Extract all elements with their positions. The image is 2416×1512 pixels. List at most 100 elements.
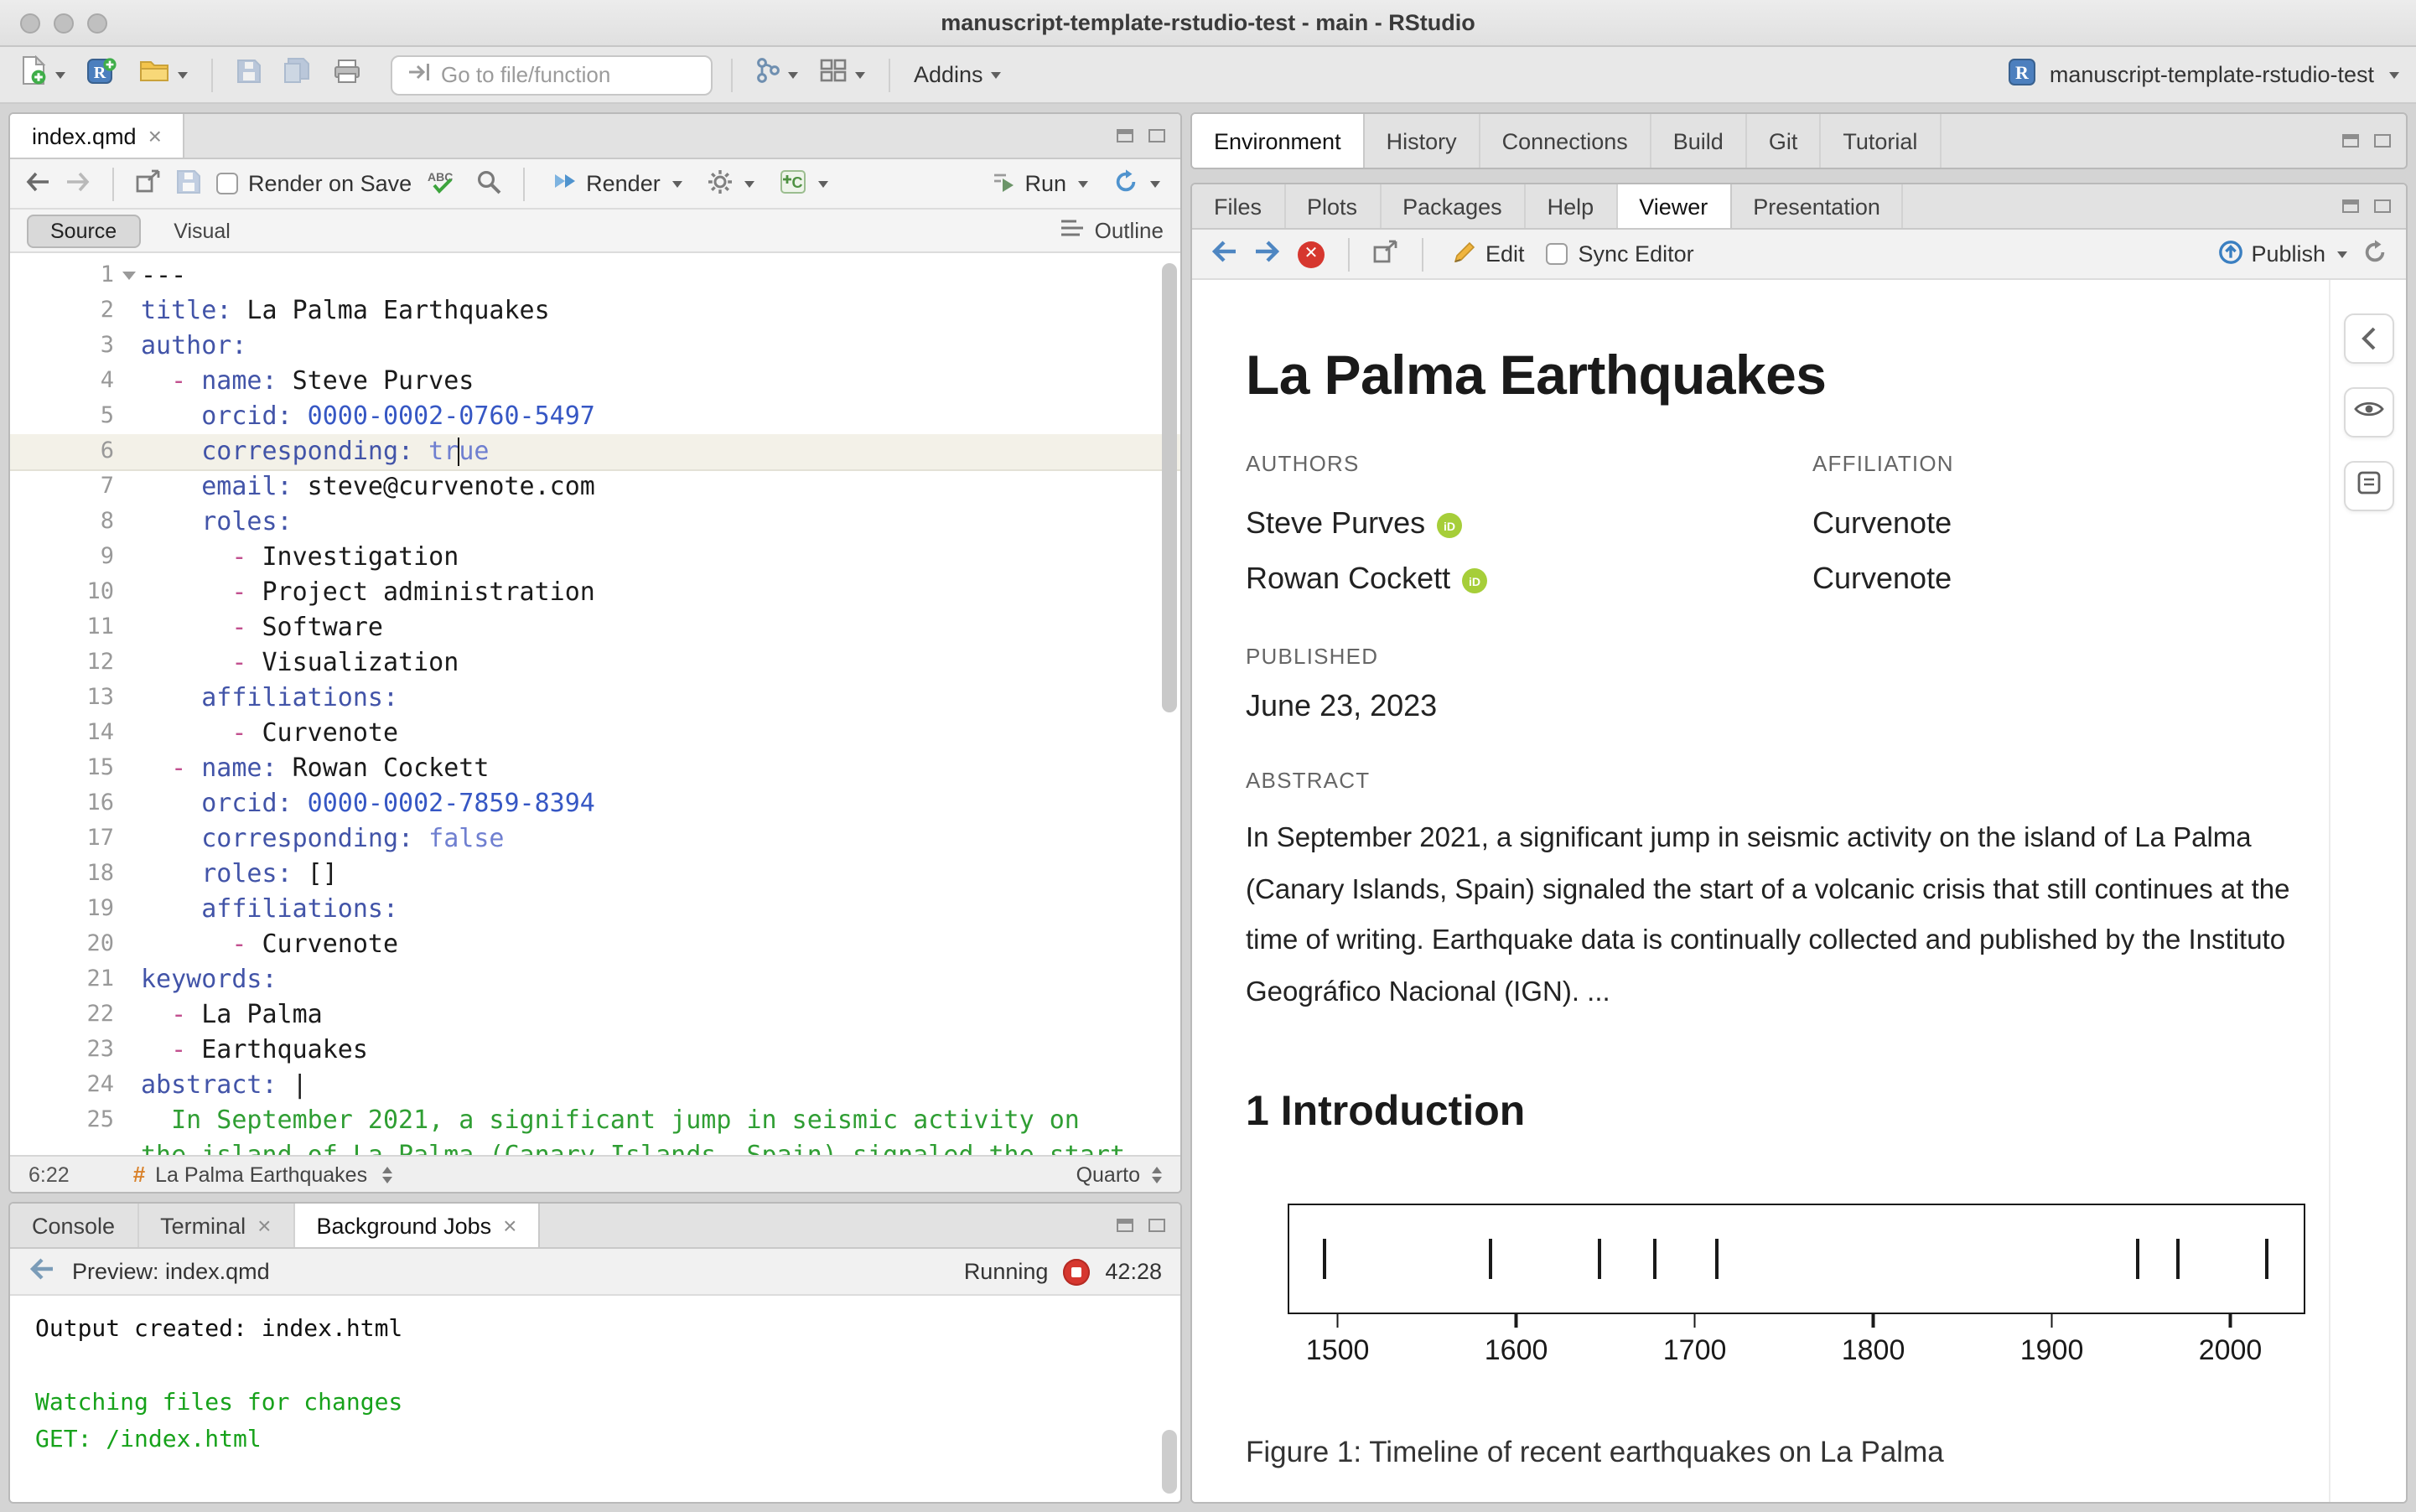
fold-arrow-icon[interactable]	[122, 272, 136, 280]
save-icon[interactable]	[176, 168, 201, 199]
clear-viewer-button[interactable]: ✕	[1298, 241, 1325, 267]
code-line-17[interactable]: 17 corresponding: false	[10, 821, 1180, 857]
job-output[interactable]: Output created: index.html Watching file…	[10, 1296, 1180, 1502]
visual-mode-button[interactable]: Visual	[150, 214, 254, 247]
save-button[interactable]	[231, 54, 267, 95]
code-line-22[interactable]: 22 - La Palma	[10, 997, 1180, 1033]
tab-git[interactable]: Git	[1747, 114, 1822, 168]
code-line-3[interactable]: 3 author:	[10, 329, 1180, 364]
close-window-button[interactable]	[20, 13, 40, 33]
close-tab-icon[interactable]: ×	[257, 1214, 271, 1237]
render-on-save-checkbox[interactable]: Render on Save	[216, 171, 412, 196]
notes-button[interactable]	[2343, 461, 2393, 511]
code-line-7[interactable]: 7 email: steve@curvenote.com	[10, 469, 1180, 505]
code-line-21[interactable]: 21 keywords:	[10, 962, 1180, 997]
code-line-15[interactable]: 15 - name: Rowan Cockett	[10, 751, 1180, 786]
spellcheck-button[interactable]: ABC	[427, 168, 460, 199]
back-button[interactable]	[25, 170, 50, 197]
tab-console[interactable]: Console	[10, 1204, 139, 1247]
tab-plots[interactable]: Plots	[1285, 184, 1382, 228]
section-selector[interactable]: # La Palma Earthquakes	[133, 1162, 392, 1187]
minimize-pane-button[interactable]	[1117, 121, 1133, 151]
goto-file-input[interactable]	[441, 62, 696, 87]
new-file-button[interactable]	[17, 52, 70, 97]
code-line-2[interactable]: 2 title: La Palma Earthquakes	[10, 293, 1180, 329]
code-line-11[interactable]: 11 - Software	[10, 610, 1180, 645]
code-line-9[interactable]: 9 - Investigation	[10, 540, 1180, 575]
tab-background-jobs[interactable]: Background Jobs ×	[294, 1204, 541, 1247]
code-line-14[interactable]: 14 - Curvenote	[10, 716, 1180, 751]
tab-index-qmd[interactable]: index.qmd ×	[10, 114, 185, 158]
tab-packages[interactable]: Packages	[1381, 184, 1526, 228]
outline-button[interactable]: Outline	[1060, 218, 1164, 243]
zoom-window-button[interactable]	[87, 13, 107, 33]
print-button[interactable]	[329, 54, 366, 95]
addins-button[interactable]: Addins	[909, 59, 1007, 91]
project-selector[interactable]: R manuscript-template-rstudio-test	[2009, 59, 2399, 91]
minimize-pane-button[interactable]	[2342, 126, 2359, 156]
collapse-sidebar-button[interactable]	[2343, 313, 2393, 364]
insert-chunk-button[interactable]: C	[775, 165, 833, 202]
workspace-panes-button[interactable]	[815, 55, 870, 94]
minimize-pane-button[interactable]	[1117, 1210, 1133, 1240]
minimize-pane-button[interactable]	[2342, 191, 2359, 221]
code-line-20[interactable]: 20 - Curvenote	[10, 927, 1180, 962]
viewer-popout-button[interactable]	[1373, 240, 1398, 268]
viewer-back-button[interactable]	[1211, 240, 1237, 268]
orcid-icon[interactable]: iD	[1462, 568, 1488, 593]
code-line-6[interactable]: 6 corresponding: true	[10, 434, 1180, 469]
maximize-pane-button[interactable]	[1148, 121, 1165, 151]
open-file-button[interactable]	[134, 55, 193, 94]
viewer-refresh-button[interactable]	[2362, 239, 2387, 269]
code-line-16[interactable]: 16 orcid: 0000-0002-7859-8394	[10, 786, 1180, 821]
rerender-button[interactable]	[1108, 165, 1165, 202]
publish-button[interactable]: Publish	[2212, 236, 2352, 272]
tab-terminal[interactable]: Terminal ×	[138, 1204, 295, 1247]
maximize-pane-button[interactable]	[2374, 191, 2391, 221]
minimize-window-button[interactable]	[54, 13, 74, 33]
checkbox-box[interactable]	[1546, 243, 1568, 265]
code-line-25[interactable]: 25 In September 2021, a significant jump…	[10, 1103, 1180, 1138]
find-button[interactable]	[475, 168, 500, 199]
run-button[interactable]: Run	[986, 167, 1093, 200]
code-line-24[interactable]: 24 abstract: |	[10, 1068, 1180, 1103]
tab-help[interactable]: Help	[1526, 184, 1618, 228]
checkbox-box[interactable]	[216, 173, 238, 194]
close-tab-icon[interactable]: ×	[503, 1214, 516, 1237]
code-line-8[interactable]: 8 roles:	[10, 505, 1180, 540]
maximize-pane-button[interactable]	[1148, 1210, 1165, 1240]
orcid-icon[interactable]: iD	[1437, 513, 1463, 538]
tab-environment[interactable]: Environment	[1192, 114, 1365, 168]
editor-scrollbar[interactable]	[1162, 263, 1177, 712]
close-tab-icon[interactable]: ×	[148, 124, 162, 148]
new-project-button[interactable]: R	[82, 53, 122, 96]
code-line-1[interactable]: 1 ---	[10, 258, 1180, 293]
code-line-12[interactable]: 12 - Visualization	[10, 645, 1180, 681]
code-line-5[interactable]: 5 orcid: 0000-0002-0760-5497	[10, 399, 1180, 434]
tab-presentation[interactable]: Presentation	[1731, 184, 1904, 228]
code-line-wrap[interactable]: the island of La Palma (Canary Islands, …	[10, 1138, 1180, 1155]
tab-files[interactable]: Files	[1192, 184, 1286, 228]
version-control-button[interactable]	[751, 54, 803, 96]
code-line-19[interactable]: 19 affiliations:	[10, 892, 1180, 927]
code-line-4[interactable]: 4 - name: Steve Purves	[10, 364, 1180, 399]
code-line-10[interactable]: 10 - Project administration	[10, 575, 1180, 610]
forward-button[interactable]	[65, 170, 91, 197]
popout-button[interactable]	[136, 169, 161, 198]
sync-editor-checkbox[interactable]: Sync Editor	[1546, 241, 1694, 267]
tab-history[interactable]: History	[1365, 114, 1480, 168]
console-scrollbar[interactable]	[1162, 1430, 1177, 1494]
source-mode-button[interactable]: Source	[27, 214, 141, 247]
tab-connections[interactable]: Connections	[1480, 114, 1651, 168]
file-type-selector[interactable]: Quarto	[1076, 1162, 1162, 1186]
code-line-23[interactable]: 23 - Earthquakes	[10, 1033, 1180, 1068]
tab-build[interactable]: Build	[1651, 114, 1747, 168]
edit-button[interactable]: Edit	[1447, 236, 1530, 272]
render-button[interactable]: Render	[546, 166, 687, 201]
stop-job-button[interactable]	[1063, 1258, 1091, 1285]
goto-file-search[interactable]	[391, 54, 713, 95]
viewer-forward-button[interactable]	[1254, 240, 1281, 268]
tab-viewer[interactable]: Viewer	[1617, 184, 1732, 228]
code-editor[interactable]: 1 --- 2 title: La Palma Earthquakes 3 author:…	[10, 253, 1180, 1155]
save-all-button[interactable]	[278, 54, 317, 96]
